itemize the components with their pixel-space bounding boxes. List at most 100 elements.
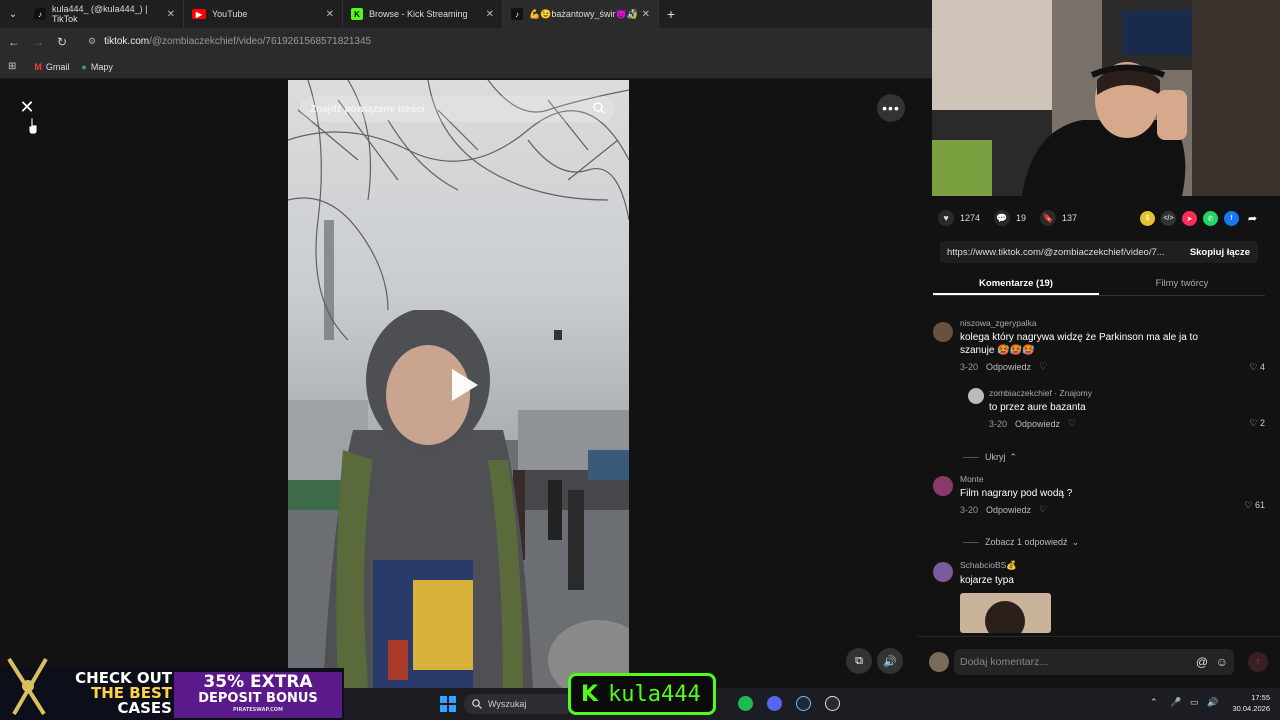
chevron-down-icon: ⌄ xyxy=(1071,536,1080,547)
browser-tab-bar: ⌄ ♪ kula444_ (@kula444_) | TikTok ✕ ▶ Yo… xyxy=(0,0,932,28)
emoji-icon[interactable]: ☺ xyxy=(1216,655,1228,669)
discord-icon[interactable] xyxy=(767,696,782,711)
tab-label: 💪😉bażantowy_świr👿👍 xyxy=(529,8,638,19)
post-comment-button[interactable]: ↑ xyxy=(1248,652,1268,672)
comment-image[interactable] xyxy=(960,593,1051,633)
volume-icon[interactable]: 🔊 xyxy=(877,648,903,674)
avatar[interactable] xyxy=(933,322,953,342)
browser-tab-youtube[interactable]: ▶ YouTube ✕ xyxy=(184,0,343,28)
tray-chevron-icon[interactable]: ⌃ xyxy=(1150,697,1158,708)
tab-label: YouTube xyxy=(212,9,248,19)
comment-button[interactable]: 💬 19 xyxy=(994,210,1026,226)
reply-button[interactable]: Odpowiedz xyxy=(986,505,1031,515)
more-options-icon[interactable]: ••• xyxy=(877,94,905,122)
like-button[interactable]: ♥ 1274 xyxy=(938,210,980,226)
address-bar: ← → ↻ ⚙ tiktok.com/@zombiaczekchief/vide… xyxy=(0,28,932,55)
hide-replies-button[interactable]: Ukryj ⌃ xyxy=(963,440,1265,474)
related-content-search[interactable]: Znajdź powiązane treści xyxy=(300,96,615,122)
steam-icon[interactable] xyxy=(796,696,811,711)
reply-button[interactable]: Odpowiedz xyxy=(1015,419,1060,429)
windows-start-icon[interactable] xyxy=(440,696,456,712)
comment-like-button[interactable]: ♡ 61 xyxy=(1244,500,1265,511)
system-clock[interactable]: 17:55 30.04.2026 xyxy=(1232,692,1270,714)
close-icon[interactable]: ✕ xyxy=(16,96,38,118)
comment-reply-item: zombiaczekchief · Znajomy to przez aure … xyxy=(933,388,1265,440)
bookmark-maps[interactable]: ● Mapy xyxy=(81,62,112,72)
add-comment-input[interactable]: Dodaj komentarz... @ ☺ xyxy=(954,649,1234,675)
deposit-bonus-box: 35% EXTRA DEPOSIT BONUS PIRATESWAP.COM xyxy=(174,672,342,718)
spotify-icon[interactable] xyxy=(738,696,753,711)
heart-icon: ♥ xyxy=(938,210,954,226)
creator-liked-icon: ♡ xyxy=(1068,418,1077,428)
comment-username[interactable]: niszowa_zgerypalka xyxy=(960,318,1225,328)
tab-comments[interactable]: Komentarze (19) xyxy=(933,272,1099,295)
reload-icon[interactable]: ↻ xyxy=(50,35,74,49)
bookmark-gmail[interactable]: M Gmail xyxy=(34,62,69,72)
taskbar-search[interactable]: Wyszukaj xyxy=(464,694,574,714)
microphone-icon[interactable]: 🎤 xyxy=(1170,697,1181,708)
search-icon xyxy=(472,699,482,709)
facebook-icon[interactable]: f xyxy=(1224,211,1239,226)
share-arrow-icon[interactable]: ➦ xyxy=(1245,211,1260,226)
engagement-stats: ♥ 1274 💬 19 🔖 137 xyxy=(938,210,1091,226)
save-button[interactable]: 🔖 137 xyxy=(1040,210,1077,226)
coin-icon[interactable]: $ xyxy=(1140,211,1155,226)
bookmark-label: Gmail xyxy=(45,61,70,72)
view-replies-button[interactable]: Zobacz 1 odpowiedź ⌄ xyxy=(963,524,1265,560)
search-placeholder: Znajdź powiązane treści xyxy=(310,103,425,115)
comment-item: Monte Film nagrany pod wodą ? 3-20 Odpow… xyxy=(933,474,1265,524)
maps-pin-icon: ● xyxy=(81,61,87,72)
tab-search-menu[interactable]: ⌄ xyxy=(0,0,26,28)
avatar[interactable] xyxy=(968,388,984,404)
browser-tab-tiktok-video[interactable]: ♪ 💪😉bażantowy_świr👿👍 🔊 ✕ xyxy=(503,0,659,28)
close-tab-icon[interactable]: ✕ xyxy=(326,9,334,20)
comment-like-count: 61 xyxy=(1254,500,1265,510)
promo-line-3: CASES xyxy=(117,699,172,717)
apps-grid-icon[interactable]: ⊞ xyxy=(8,61,16,72)
avatar[interactable] xyxy=(933,562,953,582)
new-tab-button[interactable]: + xyxy=(659,6,683,22)
comment-username[interactable]: SchabcioBS💰 xyxy=(960,560,1225,571)
site-info-icon[interactable]: ⚙ xyxy=(88,36,96,47)
report-icon[interactable]: ⧉ xyxy=(846,648,872,674)
tab-creator-videos[interactable]: Filmy twórcy xyxy=(1099,272,1265,295)
comment-username[interactable]: zombiaczekchief xyxy=(989,388,1052,398)
hide-replies-label: Ukryj xyxy=(985,452,1006,462)
whatsapp-icon[interactable]: ✆ xyxy=(1203,211,1218,226)
obs-icon[interactable] xyxy=(825,696,840,711)
close-tab-icon[interactable]: ✕ xyxy=(642,9,650,20)
browser-tab-kick[interactable]: K Browse - Kick Streaming ✕ xyxy=(343,0,503,28)
back-icon[interactable]: ← xyxy=(2,35,26,49)
browser-tab-tiktok-profile[interactable]: ♪ kula444_ (@kula444_) | TikTok ✕ xyxy=(26,0,184,28)
comment-username[interactable]: Monte xyxy=(960,474,1225,484)
gmail-icon: M xyxy=(34,61,42,72)
kick-channel-badge: K kula444 xyxy=(568,673,716,715)
bookmark-label: Mapy xyxy=(90,61,113,72)
comment-text: kolega który nagrywa widzę że Parkinson … xyxy=(960,332,1198,356)
close-tab-icon[interactable]: ✕ xyxy=(167,9,175,20)
play-icon[interactable] xyxy=(442,365,482,405)
volume-tray-icon[interactable]: 🔊 xyxy=(1207,697,1218,708)
copy-link-button[interactable]: Skopiuj łącze xyxy=(1190,247,1250,258)
avatar[interactable] xyxy=(933,476,953,496)
speaker-icon[interactable]: 🔊 xyxy=(627,9,638,20)
search-icon[interactable] xyxy=(593,102,605,114)
close-tab-icon[interactable]: ✕ xyxy=(486,9,494,20)
avatar xyxy=(929,652,949,672)
send-icon[interactable]: ➤ xyxy=(1182,211,1197,226)
friend-badge: Znajomy xyxy=(1059,388,1092,398)
embed-icon[interactable]: </> xyxy=(1161,211,1176,226)
url-field[interactable]: ⚙ tiktok.com/@zombiaczekchief/video/7619… xyxy=(88,36,371,47)
share-link-text[interactable]: https://www.tiktok.com/@zombiaczekchief/… xyxy=(947,247,1165,258)
comment-icon: 💬 xyxy=(994,210,1011,226)
forward-icon[interactable]: → xyxy=(26,35,50,49)
kick-icon: K xyxy=(351,8,363,20)
comment-like-button[interactable]: ♡ 4 xyxy=(1249,362,1265,373)
comment-text: Film nagrany pod wodą ? xyxy=(960,488,1073,499)
network-icon[interactable]: ▭ xyxy=(1190,697,1199,708)
reply-button[interactable]: Odpowiedz xyxy=(986,362,1031,372)
comment-date: 3-20 xyxy=(960,361,979,372)
mention-icon[interactable]: @ xyxy=(1196,655,1208,669)
comment-like-button[interactable]: ♡ 2 xyxy=(1249,418,1265,429)
url-path: /@zombiaczekchief/video/7619261568571821… xyxy=(149,36,372,47)
